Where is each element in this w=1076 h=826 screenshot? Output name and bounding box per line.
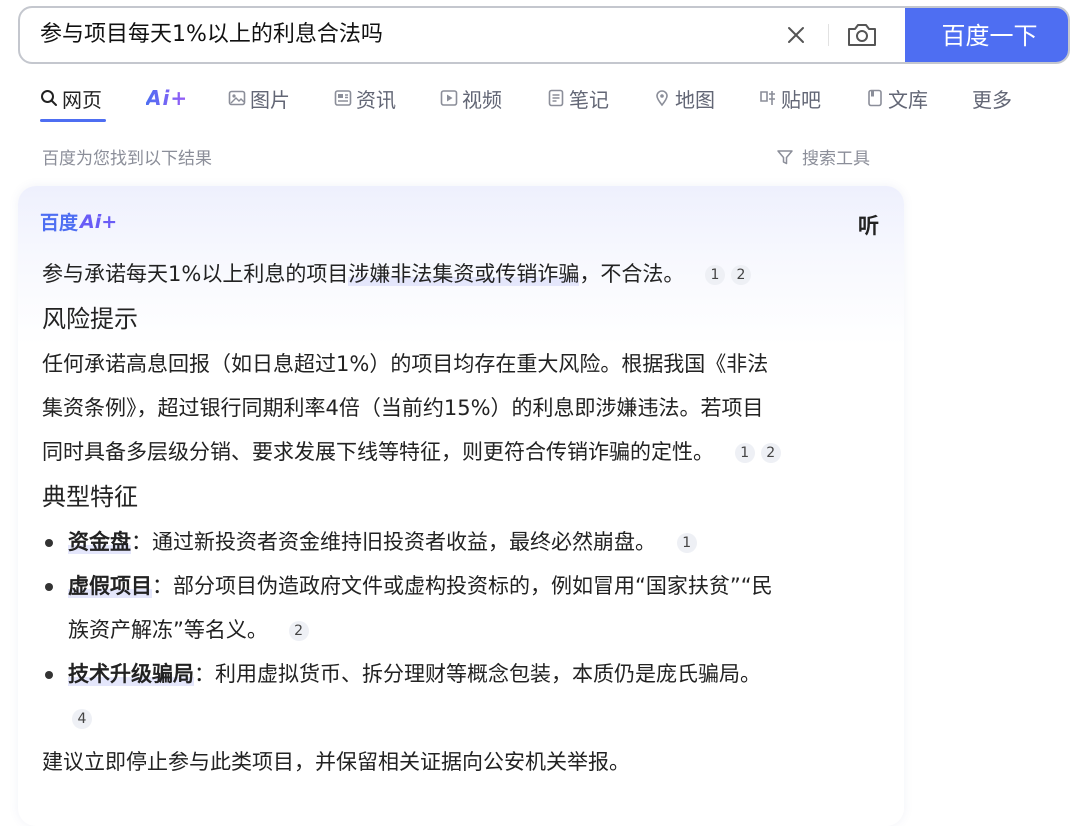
filter-icon: [777, 149, 793, 164]
tieba-icon: [760, 91, 775, 105]
tab-ai[interactable]: Ai+: [146, 84, 188, 112]
risk-line: 集资条例》，超过银行同期利率4倍（当前约15%）的利息即涉嫌违法。若项目: [42, 396, 764, 420]
tab-label: 贴吧: [781, 87, 821, 112]
feature-item: 虚假项目：部分项目伪造政府文件或虚构投资标的，例如冒用“国家扶贫”“民: [42, 564, 882, 608]
risk-section-title: 风险提示: [42, 305, 138, 333]
advice-line: 建议立即停止参与此类项目，并保留相关证据向公安机关举报。: [42, 750, 630, 774]
tab-label: 笔记: [569, 87, 609, 112]
note-icon: [548, 89, 564, 107]
clear-icon[interactable]: [784, 23, 808, 47]
feature-term: 虚假项目: [68, 574, 152, 598]
tab-video[interactable]: 视频: [440, 84, 502, 112]
search-input[interactable]: [40, 8, 740, 62]
tab-label: 资讯: [356, 87, 396, 112]
summary-line: 参与承诺每天1%以上利息的项目涉嫌非法集资或传销诈骗，不合法。 12: [42, 252, 882, 296]
risk-line: 同时具备多层级分销、要求发展下线等特征，则更符合传销诈骗的定性。 12: [42, 430, 882, 474]
image-icon: [228, 90, 246, 106]
baidu-ai-logo: 百度 Ai+: [40, 208, 117, 235]
news-icon: [334, 90, 352, 106]
feature-desc: ：利用虚拟货币、拆分理财等概念包装，本质仍是庞氏骗局。: [194, 662, 761, 686]
tab-notes[interactable]: 笔记: [547, 84, 609, 112]
tab-label: 地图: [675, 87, 715, 112]
results-info: 百度为您找到以下结果: [42, 149, 212, 169]
summary-text-end: ，不合法。: [579, 262, 685, 286]
citation-badge[interactable]: 2: [731, 265, 752, 285]
feature-term: 技术升级骗局: [68, 662, 194, 686]
ai-icon: Ai+: [146, 86, 189, 110]
tab-library[interactable]: 文库: [866, 84, 928, 112]
tab-label: 更多: [972, 87, 1012, 112]
citation-badge[interactable]: 2: [288, 621, 309, 641]
risk-line-text: 同时具备多层级分销、要求发展下线等特征，则更符合传销诈骗的定性。: [42, 440, 714, 464]
tab-images[interactable]: 图片: [228, 84, 290, 112]
tab-map[interactable]: 地图: [653, 84, 715, 112]
feature-desc: ：部分项目伪造政府文件或虚构投资标的，例如冒用“国家扶贫”“民: [152, 574, 773, 598]
citation-badge[interactable]: 1: [734, 443, 755, 463]
tab-label: 文库: [888, 87, 928, 112]
risk-line: 任何承诺高息回报（如日息超过1%）的项目均存在重大风险。根据我国《非法: [42, 352, 769, 376]
map-icon: [656, 90, 668, 107]
feature-term: 资金盘: [68, 530, 131, 554]
citation-badge[interactable]: 1: [676, 533, 697, 553]
feature-desc: ：通过新投资者资金维持旧投资者收益，最终必然崩盘。: [131, 530, 656, 554]
ai-icon: Ai+: [80, 210, 118, 233]
tab-news[interactable]: 资讯: [334, 84, 396, 112]
feature-item: 资金盘：通过新投资者资金维持旧投资者收益，最终必然崩盘。 1: [42, 520, 882, 564]
summary-text: 参与承诺每天1%以上利息的项目: [42, 262, 349, 286]
divider: [828, 24, 829, 46]
tab-label: 网页: [62, 87, 102, 112]
summary-highlight: 涉嫌非法集资或传销诈骗: [348, 262, 580, 286]
camera-icon[interactable]: [846, 21, 878, 49]
active-tab-indicator: [40, 119, 106, 122]
citation-badge[interactable]: 2: [760, 443, 781, 463]
features-section-title: 典型特征: [42, 483, 138, 511]
ai-answer-card: 百度 Ai+ 听 参与承诺每天1%以上利息的项目涉嫌非法集资或传销诈骗，不合法。…: [18, 186, 904, 826]
feature-item-continuation: 4: [42, 696, 882, 740]
tab-label: 图片: [250, 87, 290, 112]
logo-text: 百度: [40, 212, 79, 234]
library-icon: [868, 89, 882, 107]
tab-tieba[interactable]: 贴吧: [759, 84, 821, 112]
search-tools-button[interactable]: 搜索工具: [776, 144, 870, 169]
tab-label: 视频: [462, 87, 502, 112]
feature-item: 技术升级骗局：利用虚拟货币、拆分理财等概念包装，本质仍是庞氏骗局。: [42, 652, 882, 696]
tab-more[interactable]: 更多: [972, 84, 1012, 112]
search-icon: [41, 90, 57, 106]
answer-content: 参与承诺每天1%以上利息的项目涉嫌非法集资或传销诈骗，不合法。 12 风险提示 …: [42, 252, 882, 784]
search-box: 百度一下: [18, 6, 1070, 64]
search-button[interactable]: 百度一下: [905, 8, 1068, 62]
feature-item-continuation: 族资产解冻”等名义。 2: [42, 608, 882, 652]
feature-desc: 族资产解冻”等名义。: [68, 618, 268, 642]
search-tools-label: 搜索工具: [802, 149, 870, 169]
citation-badge[interactable]: 1: [705, 265, 726, 285]
listen-button[interactable]: 听: [858, 210, 879, 240]
citation-badge[interactable]: 4: [72, 709, 92, 729]
video-icon: [440, 90, 458, 106]
tab-web[interactable]: 网页: [40, 84, 102, 112]
